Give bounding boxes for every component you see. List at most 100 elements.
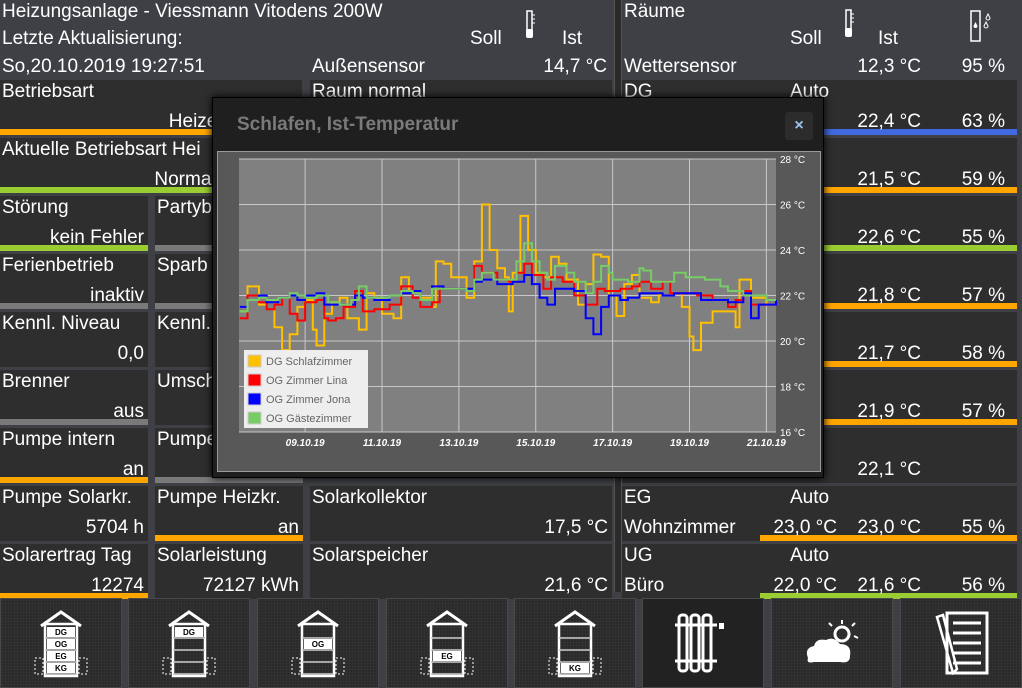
room-n1: EG [624, 487, 652, 508]
outdoor-sensor-value: 14,7 °C [543, 56, 607, 77]
nav-button-radiator[interactable] [642, 598, 764, 688]
status-tile[interactable]: Pumpe Heizkr. an [155, 486, 303, 541]
room-ist: 21,6 °C [857, 575, 921, 596]
legend-swatch [247, 373, 262, 387]
status-tile[interactable]: Kennl. Niveau 0,0 [0, 312, 148, 367]
y-tick-label: 22 °C [780, 292, 805, 303]
weather-sensor-humidity: 95 % [961, 56, 1005, 77]
house-icon [420, 610, 474, 678]
nav-button-house-kg[interactable]: KG [514, 598, 636, 688]
tile-label: Pumpe Heizkr. [157, 487, 281, 508]
nav-button-house-dg[interactable]: DG [128, 598, 250, 688]
floor-label: EG [55, 652, 67, 661]
room-soll: 23,0 °C [773, 517, 837, 538]
status-tile[interactable]: Pumpe Solarkr. 5704 h [0, 486, 148, 541]
tile-label: Ferienbetrieb [2, 255, 114, 276]
ist-header: Ist [562, 28, 583, 49]
last-update-label: Letzte Aktualisierung: [2, 28, 183, 49]
tile-label: Kennl. Niveau [2, 313, 121, 334]
status-tile[interactable]: Störung kein Fehler [0, 196, 148, 251]
rooms-soll-header: Soll [790, 28, 822, 49]
room-hum: 59 % [961, 169, 1005, 190]
house-icon [162, 610, 216, 678]
tile-label: Aktuelle Betriebsart Hei [2, 139, 201, 160]
room-n2: Wohnzimmer [624, 517, 736, 538]
room-hum: 55 % [961, 227, 1005, 248]
tile-label: Pumpe [157, 429, 218, 450]
page-title: Heizungsanlage - Viessmann Vitodens 200W [2, 1, 383, 22]
room-hum: 57 % [961, 401, 1005, 422]
tile-label: Solarspeicher [312, 545, 429, 566]
room-mode: Auto [790, 487, 830, 508]
tile-label: Pumpe Solarkr. [2, 487, 132, 508]
legend-label: OG Zimmer Jona [266, 394, 351, 406]
room-ist: 21,8 °C [857, 285, 921, 306]
tile-label: Kennl. [157, 313, 211, 334]
nav-button-notes[interactable] [900, 598, 1022, 688]
tile-label: Solarertrag Tag [2, 545, 132, 566]
tile-label: Brenner [2, 371, 70, 392]
tile-value: 17,5 °C [544, 517, 608, 538]
room-soll: 22,0 °C [773, 575, 837, 596]
y-tick-label: 28 °C [780, 155, 805, 166]
chart-dialog: Schlafen, Ist-Temperatur × 16 °C 18 °C 20 … [212, 97, 824, 478]
tile-label: Betriebsart [2, 81, 94, 102]
room-ist: 22,4 °C [857, 111, 921, 132]
tile-label: Sparb [157, 255, 208, 276]
room-hum: 63 % [961, 111, 1005, 132]
status-bar [0, 419, 148, 425]
tile-label: Solarkollektor [312, 487, 428, 508]
thermometer-icon [843, 9, 855, 44]
status-tile[interactable]: Solarspeicher 21,6 °C [310, 544, 612, 599]
close-button[interactable]: × [785, 112, 813, 140]
tile-value: 21,6 °C [544, 575, 608, 596]
status-bar [0, 303, 148, 309]
soll-header: Soll [470, 28, 502, 49]
nav-button-house-og[interactable]: OG [257, 598, 379, 688]
y-tick-label: 18 °C [780, 383, 805, 394]
status-bar [0, 245, 148, 251]
room-mode: Auto [790, 545, 830, 566]
room-row[interactable]: UG Büro Auto 22,0 °C 21,6 °C 56 % [622, 544, 1017, 599]
nav-button-house-eg[interactable]: EG [386, 598, 508, 688]
y-tick-label: 24 °C [780, 246, 805, 257]
room-hum: 57 % [961, 285, 1005, 306]
x-tick-label: 11.10.19 [363, 438, 402, 449]
status-tile[interactable]: Ferienbetrieb inaktiv [0, 254, 148, 309]
status-tile[interactable]: Solarkollektor 17,5 °C [310, 486, 612, 541]
last-update-value: So,20.10.2019 19:27:51 [2, 56, 205, 77]
radiator-icon [675, 613, 724, 673]
weather-icon [806, 620, 859, 663]
room-ist: 21,7 °C [857, 343, 921, 364]
status-tile[interactable]: Solarertrag Tag 12274 [0, 544, 148, 599]
notes-icon [935, 611, 989, 675]
thermometer-icon [524, 10, 536, 45]
x-tick-label: 13.10.19 [439, 438, 478, 449]
tile-label: Störung [2, 197, 69, 218]
weather-sensor-label: Wettersensor [624, 56, 737, 77]
dialog-title: Schlafen, Ist-Temperatur [237, 114, 459, 135]
room-n1: UG [624, 545, 653, 566]
tile-label: Solarleistung [157, 545, 267, 566]
nav-button-weather[interactable] [771, 598, 893, 688]
weather-sensor-temp: 12,3 °C [857, 56, 921, 77]
x-tick-label: 15.10.19 [516, 438, 555, 449]
tile-value: 0,0 [117, 343, 144, 364]
status-tile[interactable]: Solarleistung 72127 kWh [155, 544, 303, 599]
tile-value: 5704 h [85, 517, 144, 538]
floor-label: OG [54, 640, 68, 649]
status-tile[interactable]: Pumpe intern an [0, 428, 148, 483]
legend-label: DG Schlafzimmer [266, 356, 353, 368]
chart-area: 16 °C 18 °C 20 °C 22 °C 24 °C 26 °C 28 °C 09.10… [217, 151, 821, 472]
room-row[interactable]: EG Wohnzimmer Auto 23,0 °C 23,0 °C 55 % [622, 486, 1017, 541]
nav-button-house-all-floors[interactable]: DG OG EG KG [0, 598, 122, 688]
temperature-chart: 16 °C18 °C20 °C22 °C24 °C26 °C28 °C09.10… [239, 155, 805, 449]
rooms-title: Räume [624, 1, 686, 22]
tile-value: 72127 kWh [202, 575, 299, 596]
room-hum: 56 % [961, 575, 1005, 596]
status-tile[interactable]: Brenner aus [0, 370, 148, 425]
legend-swatch [247, 392, 262, 406]
x-tick-label: 09.10.19 [286, 438, 325, 449]
x-tick-label: 21.10.19 [746, 438, 786, 449]
floor-label: KG [55, 664, 67, 673]
